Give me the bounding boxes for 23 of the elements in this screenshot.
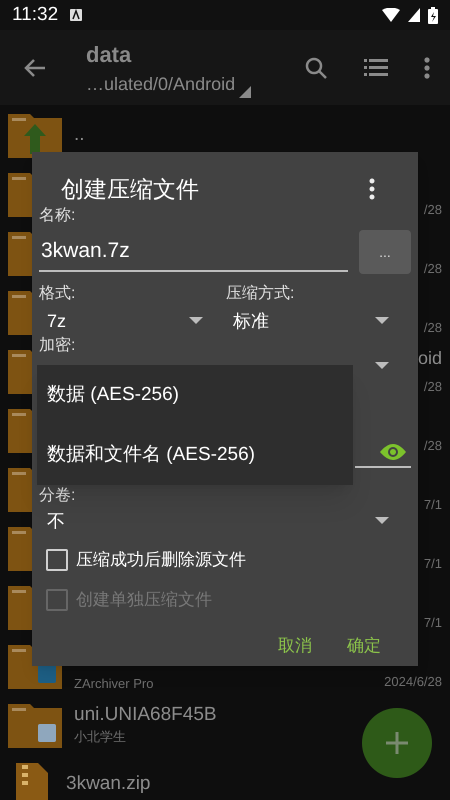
- file-name: 3kwan.zip: [66, 772, 152, 796]
- file-date: 7/1: [424, 554, 442, 572]
- file-name: oid: [418, 347, 442, 370]
- field-label: 分卷:: [39, 486, 76, 506]
- folder-title: data: [86, 40, 132, 68]
- file-date: 7/1: [424, 496, 442, 514]
- file-date: /28: [424, 260, 442, 278]
- field-label: 加密:: [39, 336, 76, 356]
- file-date: 7/1: [424, 614, 442, 632]
- file-date: /28: [424, 200, 442, 218]
- file-name: uni.UNIA68F45B: [74, 702, 218, 727]
- field-label: 压缩方式:: [225, 284, 296, 304]
- field-label: 格式:: [39, 284, 76, 304]
- file-subtitle: ZArchiver Pro: [74, 674, 154, 692]
- file-subtitle: 小北学生: [74, 728, 127, 746]
- field-label: 名称:: [39, 206, 76, 226]
- status-time: 11:32: [12, 2, 58, 27]
- file-date: /28: [424, 436, 442, 454]
- file-date: /28: [424, 378, 442, 396]
- file-date: 2024/6/28: [384, 672, 442, 690]
- file-date: /28: [424, 318, 442, 336]
- file-name: ..: [74, 122, 86, 146]
- dialog-title: 创建压缩文件: [61, 174, 199, 204]
